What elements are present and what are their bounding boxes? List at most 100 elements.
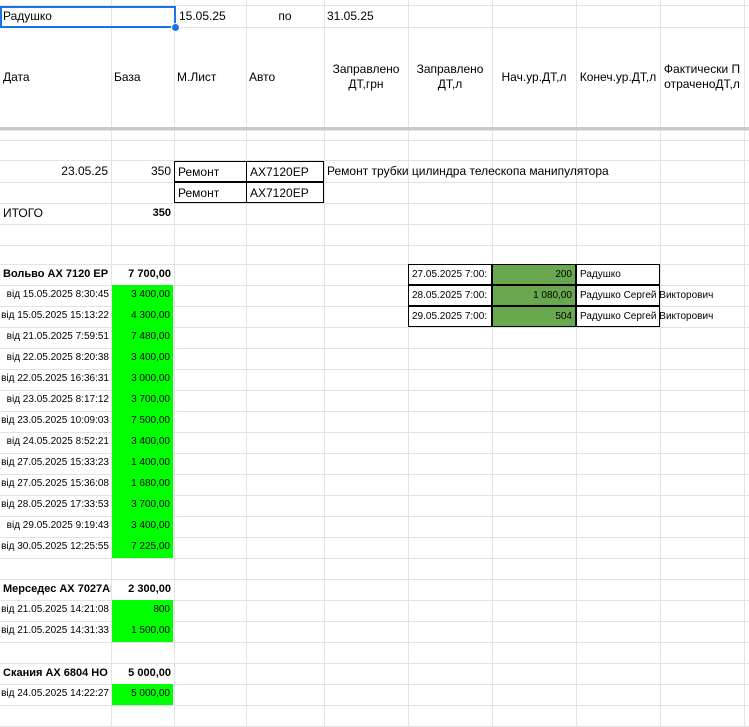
fuel-name-value: Радушко Сергей Викторович — [580, 311, 714, 322]
cell-selection — [0, 6, 176, 28]
payment-label[interactable]: від 29.05.2025 9:19:43 — [0, 516, 111, 537]
payment-amount[interactable]: 3 400,00 — [112, 285, 173, 306]
payment-amount-value: 3 700,00 — [131, 499, 170, 510]
date-from-value: 15.05.25 — [179, 9, 226, 23]
payment-label[interactable]: від 27.05.2025 15:33:23 — [0, 453, 111, 474]
repair-avto-value: АХ7120ЕР — [250, 186, 309, 200]
payment-amount-value: 1 500,00 — [131, 625, 170, 636]
group-total-value: 7 700,00 — [128, 268, 171, 280]
group-title-value: Мерседес АХ 7027АМ — [3, 583, 111, 595]
payment-label[interactable]: від 30.05.2025 12:25:55 — [0, 537, 111, 558]
payment-amount-value: 3 000,00 — [131, 373, 170, 384]
payment-amount[interactable]: 3 400,00 — [112, 516, 173, 537]
payment-amount[interactable]: 3 700,00 — [112, 390, 173, 411]
repair-date[interactable] — [0, 182, 111, 203]
header-avto[interactable]: Авто — [246, 27, 324, 127]
payment-amount[interactable]: 7 225,00 — [112, 537, 173, 558]
fuel-value[interactable]: 504 — [492, 306, 576, 327]
group-title[interactable]: Вольво АХ 7120 ЕР — [0, 264, 111, 285]
date-to-cell[interactable]: 31.05.25 — [324, 6, 408, 26]
payment-amount-value: 7 500,00 — [131, 415, 170, 426]
fuel-date[interactable]: 29.05.2025 7:00: — [408, 306, 492, 327]
group-total[interactable]: 5 000,00 — [111, 663, 174, 684]
payment-amount[interactable]: 3 700,00 — [112, 495, 173, 516]
payment-amount[interactable]: 5 000,00 — [112, 684, 173, 705]
header-date[interactable]: Дата — [0, 27, 111, 127]
payment-label-value: від 24.05.2025 14:22:27 — [1, 688, 109, 699]
fuel-name[interactable]: Радушко Сергей Викторович — [576, 285, 713, 306]
header-fakt[interactable]: Фактически ПотраченоДТ,л — [660, 27, 744, 127]
payment-label-value: від 22.05.2025 16:36:31 — [1, 373, 109, 384]
repair-note[interactable] — [324, 182, 744, 203]
group-title[interactable]: Скания АХ 6804 НО — [0, 663, 111, 684]
group-total[interactable]: 7 700,00 — [111, 264, 174, 285]
repair-avto[interactable]: АХ7120ЕР — [246, 161, 324, 182]
header-zapr-l-label: Заправлено ДТ,л — [416, 62, 484, 91]
fuel-value-value: 200 — [555, 269, 572, 280]
payment-amount[interactable]: 800 — [112, 600, 173, 621]
payment-amount[interactable]: 3 000,00 — [112, 369, 173, 390]
payment-label[interactable]: від 24.05.2025 8:52:21 — [0, 432, 111, 453]
payment-amount[interactable]: 1 500,00 — [112, 621, 173, 642]
payment-amount[interactable]: 4 300,00 — [112, 306, 173, 327]
date-from-cell[interactable]: 15.05.25 — [176, 6, 246, 26]
group-total-value: 5 000,00 — [128, 667, 171, 679]
payment-label[interactable]: від 24.05.2025 14:22:27 — [0, 684, 111, 705]
header-baza-label: База — [114, 69, 141, 84]
fuel-value[interactable]: 1 080,00 — [492, 285, 576, 306]
payment-amount-value: 3 400,00 — [131, 436, 170, 447]
repair-baza-value: 350 — [150, 164, 171, 178]
payment-label[interactable]: від 27.05.2025 15:36:08 — [0, 474, 111, 495]
header-mlist[interactable]: М.Лист — [174, 27, 246, 127]
payment-label[interactable]: від 28.05.2025 17:33:53 — [0, 495, 111, 516]
header-zapr-grn[interactable]: Заправлено ДТ,грн — [324, 27, 408, 127]
repair-avto-value: АХ7120ЕР — [250, 165, 309, 179]
header-zapr-l[interactable]: Заправлено ДТ,л — [408, 27, 492, 127]
repair-note-value: Ремонт трубки цилиндра телескопа манипул… — [327, 164, 609, 178]
payment-amount[interactable]: 3 400,00 — [112, 432, 173, 453]
payment-label[interactable]: від 15.05.2025 8:30:45 — [0, 285, 111, 306]
fuel-date[interactable]: 28.05.2025 7:00: — [408, 285, 492, 306]
payment-amount-value: 3 400,00 — [131, 352, 170, 363]
fuel-name[interactable]: Радушко — [576, 264, 660, 285]
header-mlist-label: М.Лист — [177, 69, 217, 84]
repair-baza[interactable]: 350 — [111, 161, 174, 182]
header-zapr-grn-label: Заправлено ДТ,грн — [332, 62, 400, 91]
repair-avto[interactable]: АХ7120ЕР — [246, 182, 324, 203]
fuel-value[interactable]: 200 — [492, 264, 576, 285]
repair-baza[interactable] — [111, 182, 174, 203]
payment-label[interactable]: від 23.05.2025 10:09:03 — [0, 411, 111, 432]
payment-label[interactable]: від 23.05.2025 8:17:12 — [0, 390, 111, 411]
group-title[interactable]: Мерседес АХ 7027АМ — [0, 579, 111, 600]
repair-mlist[interactable]: Ремонт — [174, 161, 247, 182]
payment-label-value: від 21.05.2025 14:21:08 — [1, 604, 109, 615]
repair-date[interactable]: 23.05.25 — [0, 161, 111, 182]
payment-amount[interactable]: 7 480,00 — [112, 327, 173, 348]
repair-note[interactable]: Ремонт трубки цилиндра телескопа манипул… — [324, 161, 744, 182]
payment-label[interactable]: від 21.05.2025 14:31:33 — [0, 621, 111, 642]
itogo-label[interactable]: ИТОГО — [0, 203, 111, 224]
frozen-row-divider[interactable] — [0, 127, 749, 130]
payment-label[interactable]: від 22.05.2025 8:20:38 — [0, 348, 111, 369]
payment-amount[interactable]: 3 400,00 — [112, 348, 173, 369]
payment-label-value: від 21.05.2025 14:31:33 — [1, 625, 109, 636]
payment-amount[interactable]: 7 500,00 — [112, 411, 173, 432]
header-baza[interactable]: База — [111, 27, 174, 127]
group-total[interactable]: 2 300,00 — [111, 579, 174, 600]
fuel-value-value: 1 080,00 — [533, 290, 572, 301]
payment-amount[interactable]: 1 680,00 — [112, 474, 173, 495]
repair-mlist[interactable]: Ремонт — [174, 182, 247, 203]
header-konech[interactable]: Конеч.ур.ДТ,л — [576, 27, 660, 127]
payment-label[interactable]: від 15.05.2025 15:13:22 — [0, 306, 111, 327]
po-cell[interactable]: по — [246, 6, 324, 26]
fuel-name[interactable]: Радушко Сергей Викторович — [576, 306, 713, 327]
itogo-value[interactable]: 350 — [111, 203, 174, 224]
payment-amount[interactable]: 1 400,00 — [112, 453, 173, 474]
payment-label[interactable]: від 21.05.2025 7:59:51 — [0, 327, 111, 348]
payment-label[interactable]: від 22.05.2025 16:36:31 — [0, 369, 111, 390]
header-nach[interactable]: Нач.ур.ДТ,л — [492, 27, 576, 127]
fuel-date[interactable]: 27.05.2025 7:00: — [408, 264, 492, 285]
payment-amount-value: 7 225,00 — [131, 541, 170, 552]
header-fakt-label: Фактически ПотраченоДТ,л — [663, 62, 741, 91]
payment-label[interactable]: від 21.05.2025 14:21:08 — [0, 600, 111, 621]
